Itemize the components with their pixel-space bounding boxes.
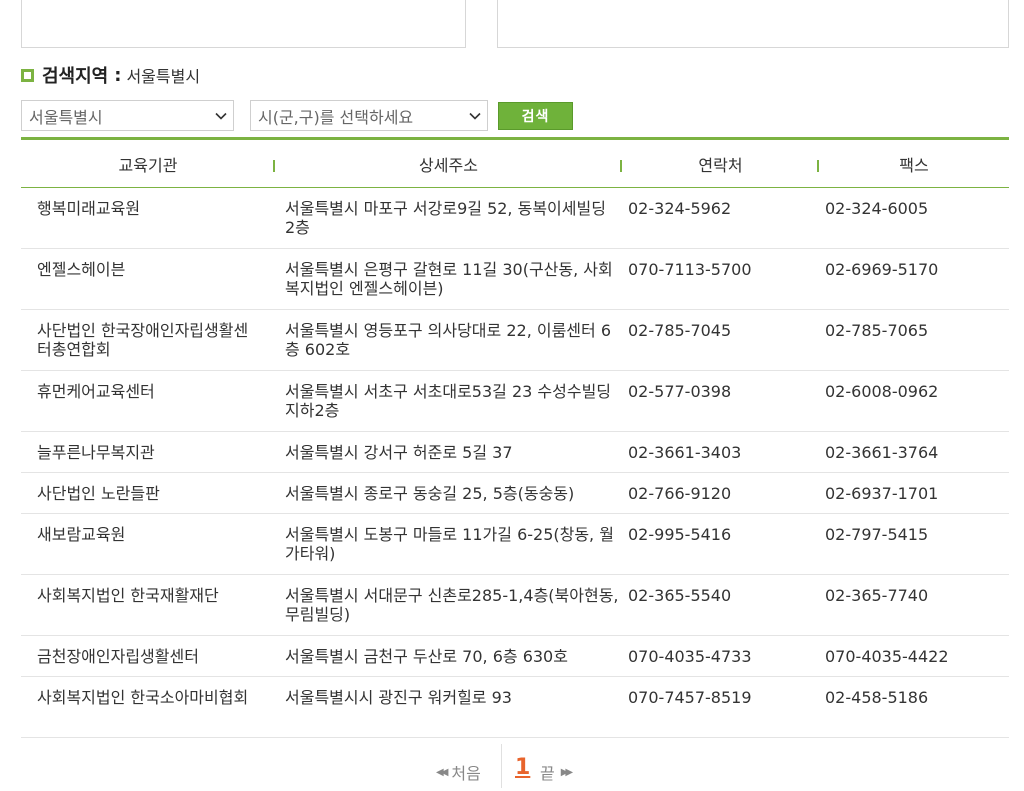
pager-divider	[501, 744, 502, 788]
cell-institution: 새보람교육원	[21, 513, 275, 575]
cell-tel: 02-324-5962	[622, 187, 819, 249]
search-controls: 서울특별시 시(군,구)를 선택하세요 검색	[21, 100, 573, 131]
cell-fax: 02-3661-3764	[819, 431, 1009, 473]
cell-fax: 02-6969-5170	[819, 248, 1009, 310]
cell-address: 서울특별시 금천구 두산로 70, 6층 630호	[275, 635, 622, 677]
cell-tel: 02-577-0398	[622, 370, 819, 432]
table-row: 사단법인 노란들판 서울특별시 종로구 동숭길 25, 5층(동숭동) 02-7…	[21, 472, 1009, 514]
cell-fax: 02-797-5415	[819, 513, 1009, 575]
first-page-label: 처음	[451, 764, 481, 783]
cell-fax: 02-6937-1701	[819, 472, 1009, 514]
last-page-link[interactable]: 끝 ▶▶	[540, 760, 574, 784]
cell-address: 서울특별시 종로구 동숭길 25, 5층(동숭동)	[275, 472, 622, 514]
current-page-number[interactable]: 1	[515, 755, 530, 780]
top-panel-left	[21, 0, 466, 48]
cell-institution: 사단법인 한국장애인자립생활센터총연합회	[21, 309, 275, 371]
double-chevron-right-icon: ▶▶	[560, 766, 574, 778]
cell-tel: 02-785-7045	[622, 309, 819, 371]
cell-institution: 늘푸른나무복지관	[21, 431, 275, 473]
cell-tel: 070-7457-8519	[622, 676, 819, 738]
cell-address: 서울특별시 서대문구 신촌로285-1,4층(북아현동, 무림빌딩)	[275, 574, 622, 636]
search-region-label: 검색지역	[42, 66, 109, 87]
cell-institution: 사회복지법인 한국소아마비협회	[21, 676, 275, 738]
table-row: 금천장애인자립생활센터 서울특별시 금천구 두산로 70, 6층 630호 07…	[21, 635, 1009, 677]
search-region-value: 서울특별시	[126, 67, 201, 86]
table-row: 늘푸른나무복지관 서울특별시 강서구 허준로 5길 37 02-3661-340…	[21, 431, 1009, 473]
header-address: 상세주소	[275, 139, 622, 188]
cell-address: 서울특별시 영등포구 의사당대로 22, 이룸센터 6층 602호	[275, 309, 622, 371]
cell-tel: 02-365-5540	[622, 574, 819, 636]
cell-fax: 070-4035-4422	[819, 635, 1009, 677]
search-region-heading: 검색지역 : 서울특별시	[21, 62, 200, 88]
institution-table: 교육기관 상세주소 연락처 팩스 행복미래교육원 서울특별시 마포구 서강로9길…	[21, 137, 1009, 738]
cell-fax: 02-324-6005	[819, 187, 1009, 249]
table-row: 사회복지법인 한국재활재단 서울특별시 서대문구 신촌로285-1,4층(북아현…	[21, 574, 1009, 636]
search-button[interactable]: 검색	[498, 101, 573, 130]
search-region-colon: :	[114, 64, 122, 86]
cell-fax: 02-785-7065	[819, 309, 1009, 371]
cell-tel: 070-7113-5700	[622, 248, 819, 310]
table-header-row: 교육기관 상세주소 연락처 팩스	[21, 138, 1009, 188]
city-select-value: 서울특별시	[29, 107, 103, 127]
cell-institution: 사단법인 노란들판	[21, 472, 275, 514]
pagination: ◀◀ 처음 1 끝 ▶▶	[0, 744, 1024, 788]
district-select[interactable]: 시(군,구)를 선택하세요	[250, 100, 488, 131]
header-fax: 팩스	[899, 155, 929, 175]
cell-address: 서울특별시 은평구 갈현로 11길 30(구산동, 사회복지법인 엔젤스헤이븐)	[275, 248, 622, 310]
district-select-value: 시(군,구)를 선택하세요	[258, 107, 414, 127]
top-panel-right	[497, 0, 1009, 48]
table-row: 휴먼케어교육센터 서울특별시 서초구 서초대로53길 23 수성수빌딩 지하2층…	[21, 370, 1009, 432]
first-page-link[interactable]: ◀◀ 처음	[436, 760, 481, 784]
header-institution: 교육기관	[21, 139, 275, 188]
cell-tel: 02-995-5416	[622, 513, 819, 575]
double-chevron-left-icon: ◀◀	[436, 766, 449, 778]
header-tel: 연락처	[622, 139, 819, 188]
cell-institution: 행복미래교육원	[21, 187, 275, 249]
cell-institution: 사회복지법인 한국재활재단	[21, 574, 275, 636]
cell-tel: 02-766-9120	[622, 472, 819, 514]
chevron-down-icon	[215, 112, 227, 120]
cell-fax: 02-365-7740	[819, 574, 1009, 636]
cell-address: 서울특별시 강서구 허준로 5길 37	[275, 431, 622, 473]
table-row: 새보람교육원 서울특별시 도봉구 마들로 11가길 6-25(창동, 월가타워)…	[21, 513, 1009, 575]
cell-tel: 070-4035-4733	[622, 635, 819, 677]
chevron-down-icon	[469, 112, 481, 120]
last-page-label: 끝	[540, 764, 555, 783]
cell-address: 서울특별시 서초구 서초대로53길 23 수성수빌딩 지하2층	[275, 370, 622, 432]
cell-tel: 02-3661-3403	[622, 431, 819, 473]
table-row: 사단법인 한국장애인자립생활센터총연합회 서울특별시 영등포구 의사당대로 22…	[21, 309, 1009, 371]
square-bullet-icon	[21, 68, 34, 82]
city-select[interactable]: 서울특별시	[21, 100, 234, 131]
cell-institution: 엔젤스헤이븐	[21, 248, 275, 310]
cell-address: 서울특별시 마포구 서강로9길 52, 동복이세빌딩 2층	[275, 187, 622, 249]
cell-fax: 02-458-5186	[819, 676, 1009, 738]
table-row: 행복미래교육원 서울특별시 마포구 서강로9길 52, 동복이세빌딩 2층 02…	[21, 187, 1009, 249]
table-row: 사회복지법인 한국소아마비협회 서울특별시시 광진구 워커힐로 93 070-7…	[21, 676, 1009, 738]
cell-fax: 02-6008-0962	[819, 370, 1009, 432]
cell-address: 서울특별시 도봉구 마들로 11가길 6-25(창동, 월가타워)	[275, 513, 622, 575]
table-row: 엔젤스헤이븐 서울특별시 은평구 갈현로 11길 30(구산동, 사회복지법인 …	[21, 248, 1009, 310]
cell-address: 서울특별시시 광진구 워커힐로 93	[275, 676, 622, 738]
cell-institution: 휴먼케어교육센터	[21, 370, 275, 432]
cell-institution: 금천장애인자립생활센터	[21, 635, 275, 677]
